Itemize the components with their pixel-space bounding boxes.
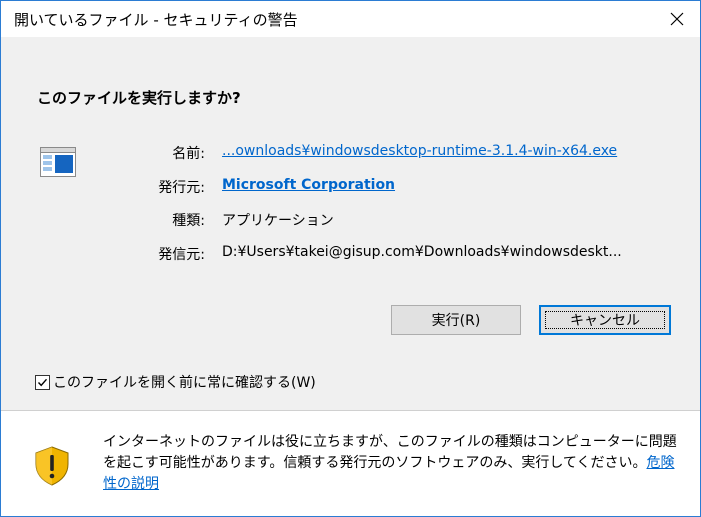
- checkmark-icon: [37, 378, 48, 386]
- publisher-label: 発行元:: [158, 180, 205, 196]
- title-bar: 開いているファイル - セキュリティの警告: [1, 1, 700, 37]
- run-button-label: 実行(R): [431, 313, 481, 329]
- file-name-link[interactable]: ...ownloads¥windowsdesktop-runtime-3.1.4…: [222, 143, 617, 159]
- cancel-button-label: キャンセル: [570, 313, 640, 329]
- run-button[interactable]: 実行(R): [391, 305, 521, 335]
- publisher-link[interactable]: Microsoft Corporation: [222, 177, 395, 193]
- warning-text: インターネットのファイルは役に立ちますが、このファイルの種類はコンピューターに問…: [103, 434, 677, 471]
- from-label: 発信元:: [158, 247, 205, 263]
- from-value: D:¥Users¥takei@gisup.com¥Downloads¥windo…: [222, 244, 622, 260]
- question-heading: このファイルを実行しますか?: [37, 89, 241, 107]
- security-warning-dialog: 開いているファイル - セキュリティの警告 このファイルを実行しますか? 名前:…: [0, 0, 701, 517]
- close-button[interactable]: [654, 1, 700, 37]
- type-label: 種類:: [172, 213, 205, 229]
- name-label: 名前:: [172, 146, 205, 162]
- checkbox-label: このファイルを開く前に常に確認する(W): [53, 375, 316, 391]
- warning-message: インターネットのファイルは役に立ちますが、このファイルの種類はコンピューターに問…: [103, 432, 683, 495]
- application-file-icon: [40, 147, 76, 177]
- always-ask-checkbox[interactable]: このファイルを開く前に常に確認する(W): [35, 372, 316, 392]
- security-shield-warning-icon: [35, 446, 69, 486]
- cancel-button[interactable]: キャンセル: [539, 305, 671, 335]
- close-icon: [670, 12, 684, 26]
- window-title: 開いているファイル - セキュリティの警告: [14, 11, 298, 29]
- checkbox-box[interactable]: [35, 374, 50, 390]
- type-value: アプリケーション: [222, 213, 334, 229]
- warning-footer: インターネットのファイルは役に立ちますが、このファイルの種類はコンピューターに問…: [1, 411, 700, 516]
